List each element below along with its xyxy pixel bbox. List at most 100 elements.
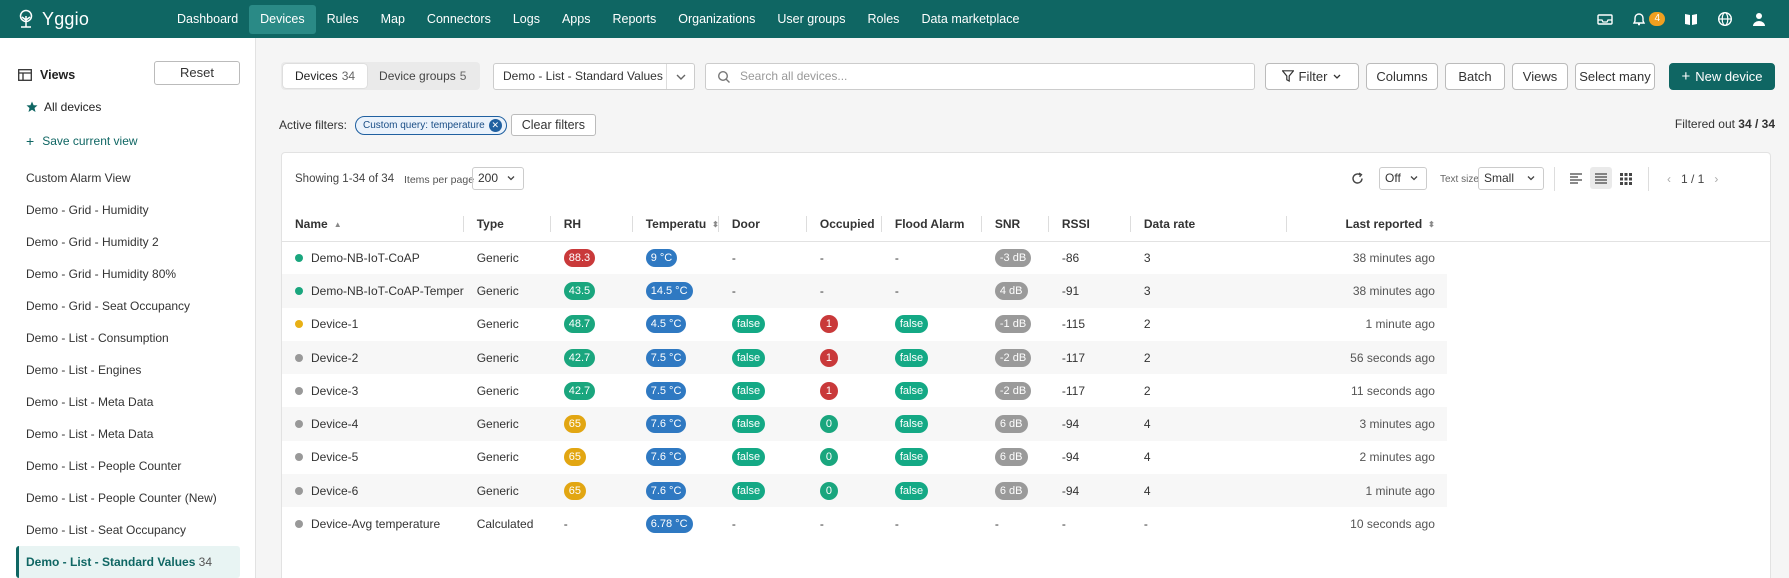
nav-item-dashboard[interactable]: Dashboard: [166, 5, 249, 34]
app-logo[interactable]: Yggio: [16, 9, 156, 30]
tab-devices[interactable]: Devices 34: [283, 64, 368, 88]
search-input[interactable]: Search all devices...: [705, 63, 1255, 90]
sidebar-view-item[interactable]: Demo - Grid - Humidity 80%: [16, 258, 240, 290]
nav-item-roles[interactable]: Roles: [856, 5, 910, 34]
filter-button[interactable]: Filter: [1265, 63, 1359, 90]
filter-chip[interactable]: Custom query: temperature ✕: [355, 115, 507, 135]
sidebar-view-item[interactable]: Demo - Grid - Humidity: [16, 194, 240, 226]
table-row[interactable]: Device-1 Generic 48.7 4.5 °C false 1 false -1 d…: [282, 308, 1770, 341]
table-row[interactable]: Device-2 Generic 42.7 7.5 °C false 1 false -2 d…: [282, 340, 1770, 375]
sidebar-view-item[interactable]: Custom Alarm View: [16, 162, 240, 194]
clear-filters-button[interactable]: Clear filters: [510, 114, 596, 136]
column-header[interactable]: Door: [718, 207, 807, 242]
new-device-button[interactable]: + New device: [1669, 63, 1775, 90]
nav-item-user-groups[interactable]: User groups: [766, 5, 856, 34]
notifications[interactable]: 4: [1631, 11, 1665, 27]
book-icon[interactable]: [1683, 11, 1699, 27]
globe-icon[interactable]: [1717, 11, 1733, 27]
chevron-right-icon[interactable]: ›: [1714, 172, 1718, 186]
sidebar-view-item[interactable]: Demo - List - Standard Values 34: [16, 546, 240, 578]
views-button[interactable]: Views: [1512, 63, 1568, 90]
chevron-left-icon[interactable]: ‹: [1667, 172, 1671, 186]
device-name[interactable]: Device-1: [311, 317, 358, 331]
sort-ascending-icon[interactable]: ▲: [334, 220, 342, 229]
sidebar-view-item[interactable]: Demo - List - People Counter (New): [16, 482, 240, 514]
table-cell: 0: [807, 441, 882, 474]
nav-item-organizations[interactable]: Organizations: [667, 5, 766, 34]
device-name[interactable]: Demo-NB-IoT-CoAP: [311, 251, 420, 265]
table-row[interactable]: Device-6 Generic 65 7.6 °C false 0 false 6 dB -9…: [282, 474, 1770, 508]
view-select[interactable]: Demo - List - Standard Values: [493, 63, 695, 90]
all-devices-link[interactable]: All devices: [26, 100, 101, 114]
nav-item-devices[interactable]: Devices: [249, 4, 316, 34]
sort-icon[interactable]: ⬍: [1428, 220, 1435, 229]
column-header[interactable]: SNR: [981, 207, 1049, 242]
device-name[interactable]: Device-2: [311, 351, 358, 365]
device-name[interactable]: Demo-NB-IoT-CoAP-Temper: [311, 284, 464, 298]
sidebar-view-item[interactable]: Demo - List - Meta Data: [16, 386, 240, 418]
sidebar-view-item[interactable]: Demo - List - Seat Occupancy: [16, 514, 240, 546]
batch-button[interactable]: Batch: [1445, 63, 1505, 90]
device-name[interactable]: Device-Avg temperature: [311, 517, 440, 531]
sidebar-view-item[interactable]: Demo - List - Consumption: [16, 322, 240, 354]
device-name[interactable]: Device-3: [311, 384, 358, 398]
column-header[interactable]: Temperatu ⬍: [632, 207, 719, 242]
auto-refresh-select[interactable]: Off: [1379, 167, 1427, 190]
close-icon[interactable]: ✕: [488, 118, 502, 132]
nav-item-reports[interactable]: Reports: [601, 5, 667, 34]
text-size-select[interactable]: Small: [1478, 167, 1544, 190]
align-left-icon[interactable]: [1565, 167, 1587, 189]
columns-button[interactable]: Columns: [1366, 63, 1438, 90]
device-name[interactable]: Device-6: [311, 484, 358, 498]
cell-value: 38 minutes ago: [1352, 283, 1435, 298]
reset-button[interactable]: Reset: [154, 61, 240, 85]
devices-main: Devices 34 Device groups 5 Demo - List - S…: [257, 38, 1789, 578]
table-row[interactable]: Demo-NB-IoT-CoAP Generic 88.3 9 °C - - - -3 dB -…: [282, 241, 1770, 274]
select-many-button[interactable]: Select many: [1575, 63, 1655, 90]
column-header[interactable]: RH: [550, 207, 633, 242]
column-header[interactable]: Data rate: [1130, 207, 1287, 242]
nav-item-map[interactable]: Map: [370, 5, 416, 34]
column-header[interactable]: Name ▲: [282, 207, 464, 242]
chevron-down-icon: [1410, 176, 1418, 181]
table-row[interactable]: Device-3 Generic 42.7 7.5 °C false 1 false -2 d…: [282, 374, 1770, 407]
column-header[interactable]: Flood Alarm: [881, 207, 982, 242]
inbox-icon[interactable]: [1597, 11, 1614, 27]
sidebar-view-item[interactable]: Demo - Grid - Humidity 2: [16, 226, 240, 258]
table-row[interactable]: Device-Avg temperature Calculated - 6.78 °C…: [282, 507, 1770, 540]
table-cell: Device-4: [282, 407, 464, 441]
device-name[interactable]: Device-4: [311, 417, 358, 431]
column-header[interactable]: Occupied: [806, 207, 882, 242]
column-header-label: Flood Alarm: [894, 216, 965, 231]
column-header[interactable]: Last reported ⬍: [1286, 207, 1447, 242]
main-nav: Dashboard Devices Rules Map Connectors Logs Ap…: [166, 0, 1030, 38]
sidebar-view-item[interactable]: Demo - Grid - Seat Occupancy: [16, 290, 240, 322]
refresh-icon[interactable]: [1351, 172, 1364, 185]
save-current-view-link[interactable]: + Save current view: [26, 133, 138, 149]
column-header[interactable]: RSSI: [1048, 207, 1131, 242]
cell-value: -117: [1061, 383, 1086, 398]
cell-value: Generic: [476, 317, 519, 332]
search-icon: [717, 70, 730, 83]
nav-item-rules[interactable]: Rules: [316, 5, 370, 34]
sidebar-view-item[interactable]: Demo - List - Meta Data: [16, 418, 240, 450]
sidebar-view-item[interactable]: Demo - List - People Counter: [16, 450, 240, 482]
list-view-icon[interactable]: [1590, 167, 1612, 189]
active-filters: Active filters: Custom query: temperatur…: [279, 113, 596, 137]
cell-value: 10 seconds ago: [1350, 517, 1435, 532]
nav-item-logs[interactable]: Logs: [502, 5, 551, 34]
column-header[interactable]: Type: [463, 207, 551, 242]
nav-item-data-marketplace[interactable]: Data marketplace: [910, 5, 1030, 34]
tab-device-groups[interactable]: Device groups 5: [367, 64, 478, 88]
nav-item-apps[interactable]: Apps: [551, 5, 602, 34]
nav-item-connectors[interactable]: Connectors: [416, 5, 502, 34]
user-icon[interactable]: [1751, 11, 1767, 27]
cell-value: 1 minute ago: [1365, 483, 1435, 498]
device-name[interactable]: Device-5: [311, 450, 358, 464]
items-per-page-select[interactable]: 200: [472, 167, 524, 190]
table-row[interactable]: Demo-NB-IoT-CoAP-Temper Generic 43.5 14.5 °…: [282, 274, 1770, 308]
grid-view-icon[interactable]: [1615, 167, 1637, 189]
sidebar-view-item[interactable]: Demo - List - Engines: [16, 354, 240, 386]
table-row[interactable]: Device-5 Generic 65 7.6 °C false 0 false 6 dB -9…: [282, 441, 1770, 474]
table-row[interactable]: Device-4 Generic 65 7.6 °C false 0 false 6 dB -9…: [282, 407, 1770, 441]
